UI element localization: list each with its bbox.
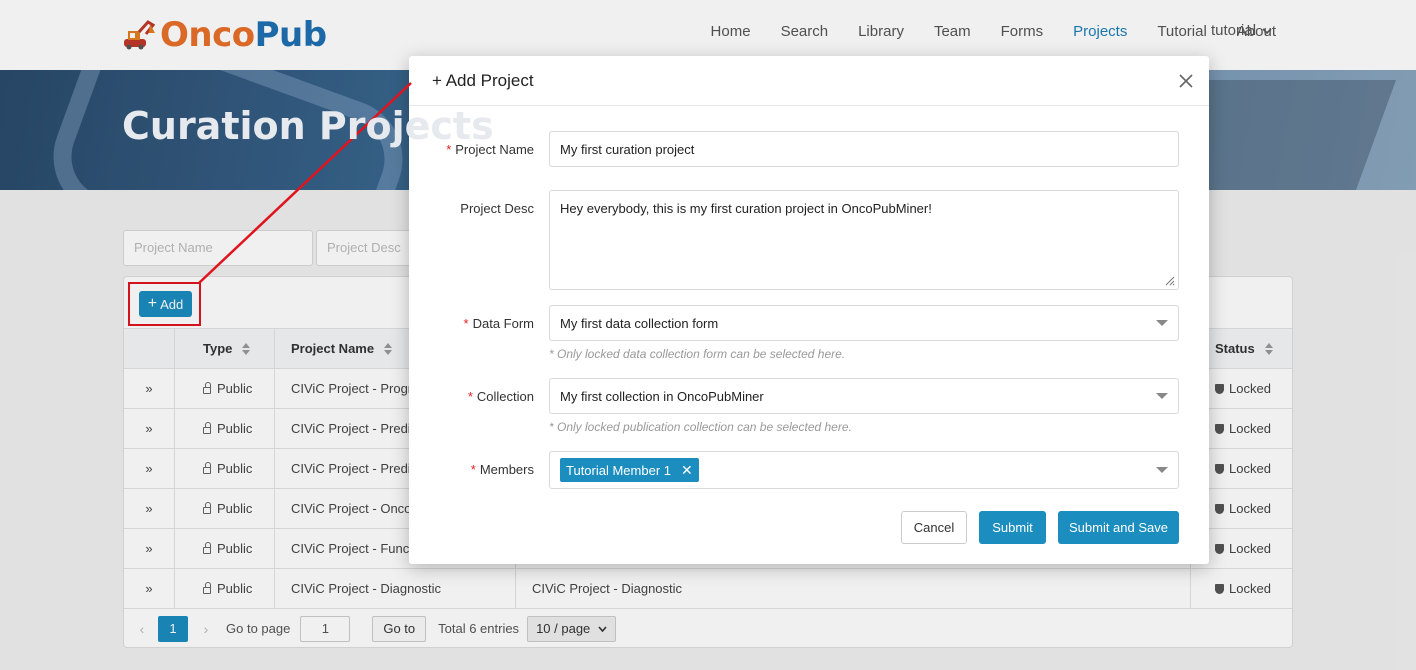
page-title: Curation Projects — [122, 104, 494, 148]
annotation-arrow-line — [198, 82, 412, 284]
